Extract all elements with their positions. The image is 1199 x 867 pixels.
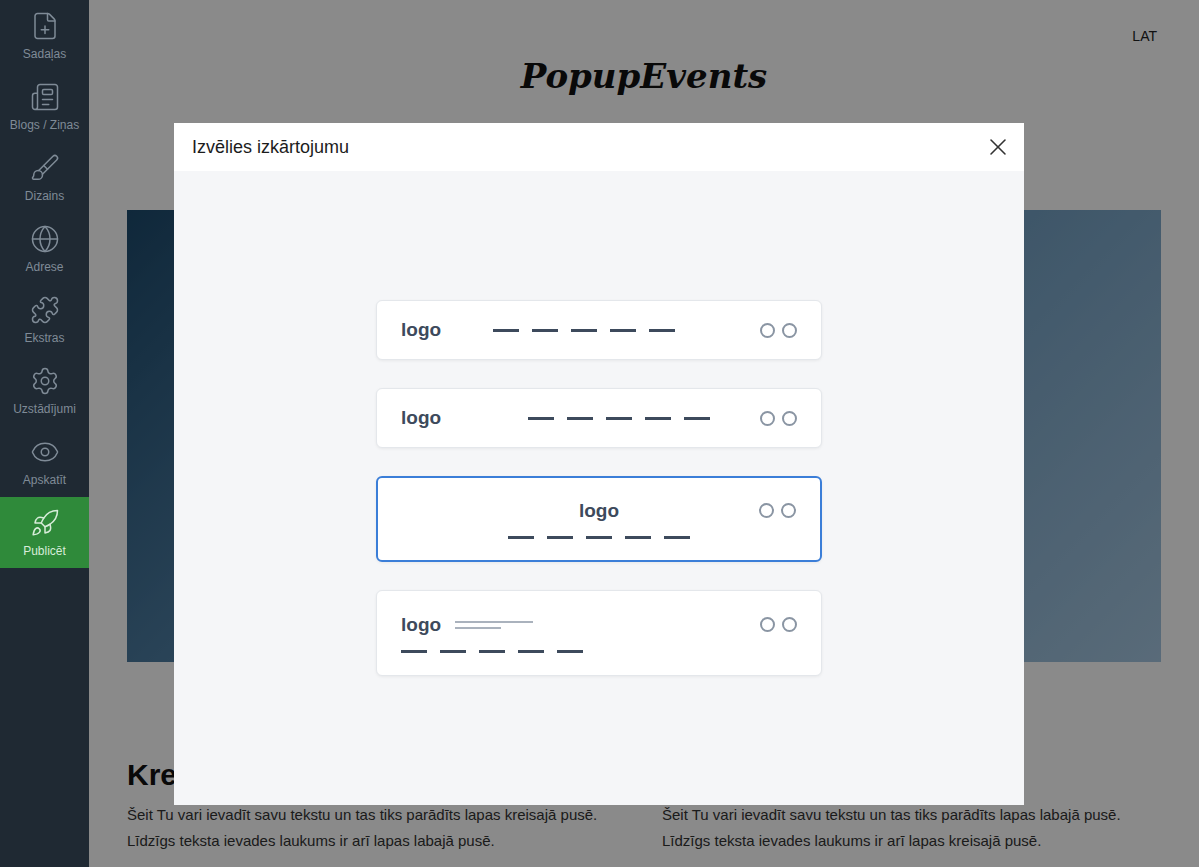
- circle-icon: [782, 411, 797, 426]
- social-preview: [760, 323, 797, 338]
- sidebar-icon: [30, 437, 60, 467]
- sidebar-icon: [30, 82, 60, 112]
- sidebar-icon: [30, 508, 60, 538]
- menu-dash: [649, 329, 675, 332]
- menu-dash: [493, 329, 519, 332]
- circle-icon: [760, 411, 775, 426]
- menu-dash: [528, 417, 554, 420]
- circle-icon: [781, 503, 796, 518]
- menu-dash: [625, 536, 651, 539]
- logo-preview: logo: [401, 614, 441, 636]
- dialog-header: Izvēlies izkārtojumu: [174, 123, 1024, 171]
- sidebar-item[interactable]: Dizains: [0, 142, 89, 213]
- layout-option[interactable]: logo: [376, 388, 822, 448]
- menu-dash: [610, 329, 636, 332]
- layout-option[interactable]: logo: [376, 590, 822, 676]
- layout-option[interactable]: logo: [376, 476, 822, 562]
- menu-dash: [508, 536, 534, 539]
- menu-dash: [684, 417, 710, 420]
- menu-dash: [606, 417, 632, 420]
- circle-icon: [782, 617, 797, 632]
- sidebar-item[interactable]: Blogs / Ziņas: [0, 71, 89, 142]
- menu-dash: [532, 329, 558, 332]
- sidebar-icon: [30, 366, 60, 396]
- menu-dash: [479, 650, 505, 653]
- sidebar-item[interactable]: Sadaļas: [0, 0, 89, 71]
- menu-dash: [557, 650, 583, 653]
- menu-dash: [401, 650, 427, 653]
- menu-dash: [664, 536, 690, 539]
- circle-icon: [760, 323, 775, 338]
- menu-dash: [571, 329, 597, 332]
- layout-option[interactable]: logo: [376, 300, 822, 360]
- menu-dash: [567, 417, 593, 420]
- menu-dash: [518, 650, 544, 653]
- menu-preview: [493, 329, 675, 332]
- tagline-preview: [455, 621, 533, 629]
- sidebar-item[interactable]: Uzstādījumi: [0, 355, 89, 426]
- menu-dash: [586, 536, 612, 539]
- logo-preview: logo: [401, 319, 441, 341]
- sidebar-icon: [30, 11, 60, 41]
- social-preview: [760, 411, 797, 426]
- menu-dash: [547, 536, 573, 539]
- sidebar-icon: [30, 295, 60, 325]
- menu-preview: [528, 417, 710, 420]
- circle-icon: [782, 323, 797, 338]
- menu-dash: [440, 650, 466, 653]
- close-icon: [984, 133, 1012, 161]
- circle-icon: [759, 503, 774, 518]
- social-preview: [759, 503, 796, 518]
- dialog-title: Izvēlies izkārtojumu: [192, 137, 349, 158]
- sidebar-item[interactable]: Ekstras: [0, 284, 89, 355]
- social-preview: [760, 617, 797, 632]
- sidebar-icon: [30, 153, 60, 183]
- sidebar-item[interactable]: Apskatīt: [0, 426, 89, 497]
- layout-dialog: Izvēlies izkārtojumu logo logo logo logo: [174, 123, 1024, 805]
- circle-icon: [760, 617, 775, 632]
- logo-preview: logo: [579, 500, 619, 522]
- sidebar-icon: [30, 224, 60, 254]
- menu-preview: [402, 536, 796, 539]
- close-button[interactable]: [984, 133, 1012, 161]
- main: LATPopupEventsKreiŠeit Tu vari ievadīt s…: [89, 0, 1199, 867]
- app: SadaļasBlogs / ZiņasDizainsAdreseEkstras…: [0, 0, 1199, 867]
- menu-preview: [401, 650, 797, 653]
- sidebar: SadaļasBlogs / ZiņasDizainsAdreseEkstras…: [0, 0, 89, 867]
- sidebar-item[interactable]: Adrese: [0, 213, 89, 284]
- sidebar-item[interactable]: Publicēt: [0, 497, 89, 568]
- layout-list: logo logo logo logo: [174, 171, 1024, 805]
- menu-dash: [645, 417, 671, 420]
- logo-preview: logo: [401, 407, 441, 429]
